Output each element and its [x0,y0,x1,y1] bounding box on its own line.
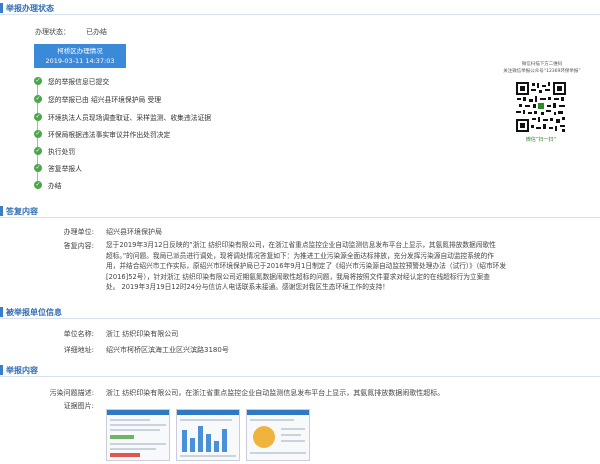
check-icon: ✓ [34,113,42,121]
section-content-header: 举报内容 [0,364,600,377]
section-status-header: 举报办理状态 [0,2,600,15]
check-icon: ✓ [34,164,42,172]
check-icon: ✓ [34,77,42,85]
reply-unit-label: 办理单位: [63,228,94,236]
status-label: 办理状态： [35,28,70,36]
reply-content-label: 答复内容: [63,242,94,250]
section-status-title: 举报办理状态 [6,4,54,13]
section-reported-title: 被举报单位信息 [6,308,62,317]
status-value: 已办结 [86,28,107,36]
status-box-time: 2019-03-11 14:37:03 [45,57,115,65]
section-content-title: 举报内容 [6,366,38,375]
status-box-title: 柯桥区办理情况 [57,47,103,55]
reported-name-label: 单位名称: [63,330,94,338]
content-images-label: 证据图片: [63,402,94,410]
reported-address-label: 详细地址: [63,346,94,354]
qr-caption-1: 微信扫描下方二维码 [521,62,563,67]
reported-address-value: 绍兴市柯桥区滨海工业区兴滨路3180号 [106,346,229,354]
qr-caption-2: 关注微信举报公众号“12369环保举报” [503,69,581,74]
reported-name-value: 浙江 纺织印染有限公司 [106,330,179,338]
evidence-image-2[interactable] [176,409,240,461]
check-icon: ✓ [34,147,42,155]
check-icon: ✓ [34,130,42,138]
check-icon: ✓ [34,95,42,103]
evidence-image-3[interactable] [246,409,310,461]
qr-code [515,81,567,133]
reply-unit-value: 绍兴县环境保护局 [106,228,162,236]
evidence-image-1[interactable] [106,409,170,461]
section-reply-title: 答复内容 [6,207,38,216]
content-desc-label: 污染问题描述: [49,389,94,397]
section-reply-header: 答复内容 [0,205,600,218]
reply-content: 您于2019年3月12日反映的“浙江 纺织印染有限公司，在浙江省重点监控企业自动… [106,241,507,292]
qr-code-icon [515,81,567,133]
check-icon: ✓ [34,181,42,189]
content-desc-value: 浙江 纺织印染有限公司，在浙江省重点监控企业自动监测信息发布平台上显示，其氨氮排… [106,389,445,397]
qr-bottom-caption: 微信“扫一扫” [525,137,557,143]
status-box: 柯桥区办理情况 2019-03-11 14:37:03 [34,44,126,68]
section-reported-header: 被举报单位信息 [0,306,600,319]
